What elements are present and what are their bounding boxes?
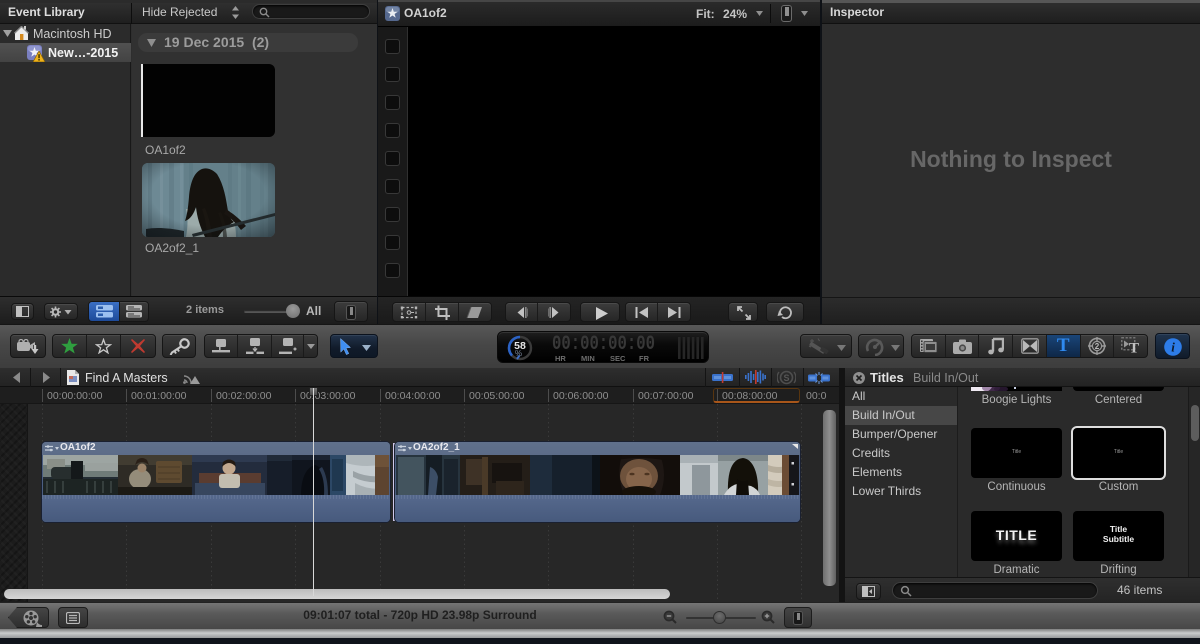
svg-text:T: T: [1129, 341, 1139, 356]
svg-text:S: S: [783, 373, 789, 383]
svg-text:i: i: [1171, 339, 1175, 354]
svg-text:2: 2: [1095, 342, 1100, 351]
